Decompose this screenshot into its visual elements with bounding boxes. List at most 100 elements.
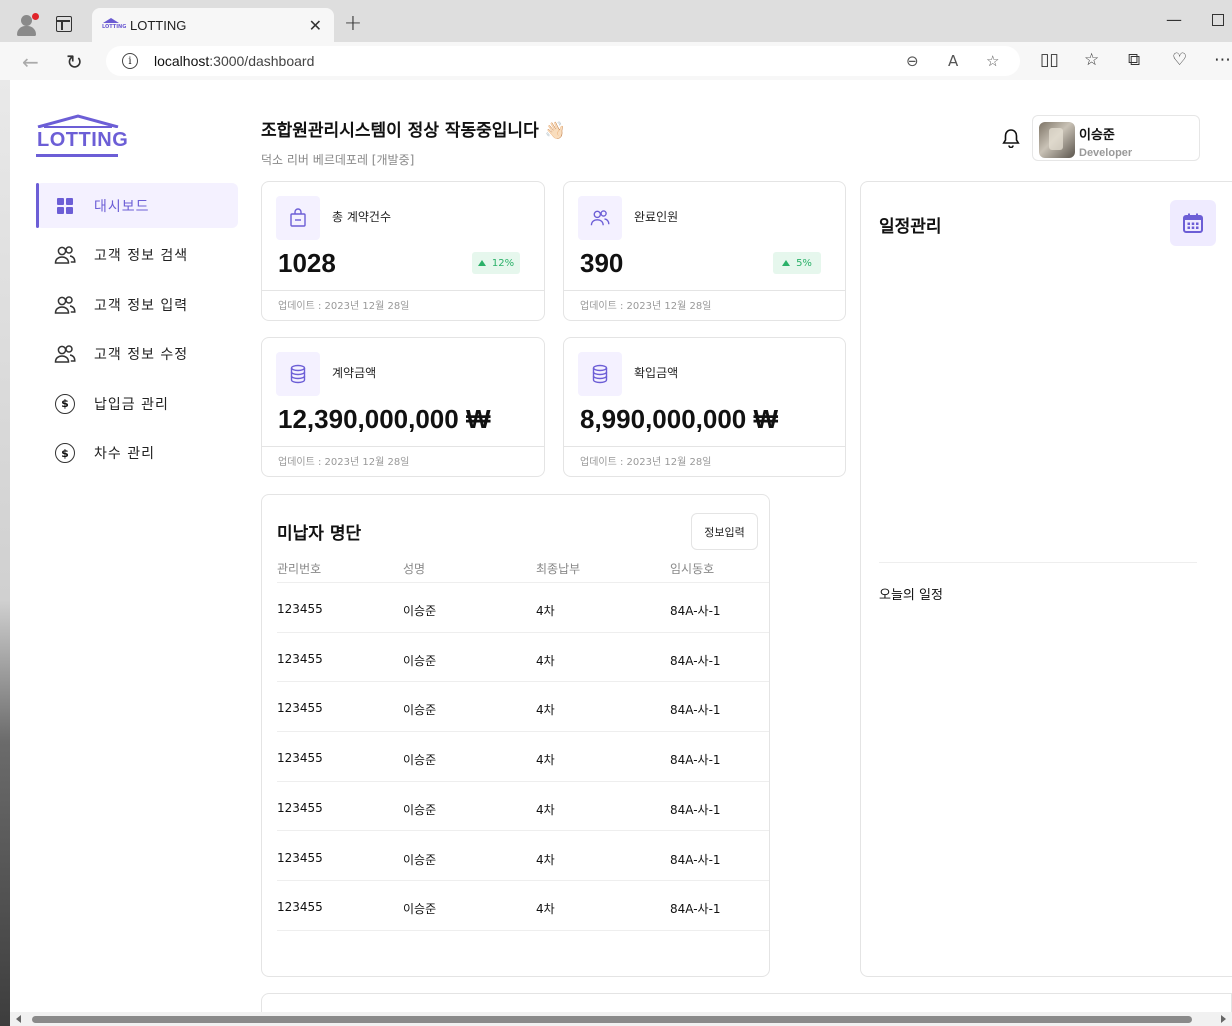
stat-label: 확입금액 xyxy=(634,366,679,380)
favicon-icon: LOTTING xyxy=(102,18,126,32)
cell-id: 123455 xyxy=(277,800,323,815)
close-tab-icon[interactable]: ✕ xyxy=(309,16,322,35)
back-icon[interactable]: ← xyxy=(22,50,39,74)
calendar-icon[interactable] xyxy=(1170,200,1216,246)
stat-label: 총 계약건수 xyxy=(332,210,392,224)
tab-actions-icon[interactable] xyxy=(56,16,72,32)
scroll-right-icon[interactable] xyxy=(1221,1015,1226,1023)
unpaid-list-card: 미납자 명단 정보입력 관리번호 성명 최종납부 임시동호 123455 이승준… xyxy=(261,494,770,977)
stat-value: 1028 xyxy=(278,248,336,278)
cell-last-payment: 4차 xyxy=(536,802,555,817)
browser-health-icon[interactable]: ♡ xyxy=(1172,50,1187,70)
table-row[interactable]: 123455 이승준 4차 84A-사-1 xyxy=(277,782,769,832)
sidebar-item-dashboard[interactable]: 대시보드 xyxy=(36,183,238,228)
sidebar-item-label: 납입금 관리 xyxy=(94,396,169,413)
unpaid-list-title: 미납자 명단 xyxy=(277,524,362,544)
tab-title: LOTTING xyxy=(130,17,187,33)
lotting-logo[interactable]: LOTTING xyxy=(36,114,128,158)
table-row[interactable]: 123455 이승준 4차 84A-사-1 xyxy=(277,583,769,633)
new-tab-icon[interactable]: + xyxy=(342,11,364,36)
table-row[interactable]: 123455 이승준 4차 84A-사-1 xyxy=(277,881,769,931)
table-row[interactable]: 123455 이승준 4차 84A-사-1 xyxy=(277,682,769,733)
cell-unit: 84A-사-1 xyxy=(670,852,721,867)
profile-icon[interactable] xyxy=(14,12,40,38)
sidebar-item-label: 대시보드 xyxy=(94,198,150,215)
read-aloud-icon[interactable]: A xyxy=(948,52,958,70)
arrow-up-icon xyxy=(477,260,486,266)
stat-updated: 업데이트 : 2023년 12월 28일 xyxy=(564,446,845,468)
stat-change-badge: 5% xyxy=(773,252,821,274)
cell-last-payment: 4차 xyxy=(536,703,555,718)
cell-id: 123455 xyxy=(277,602,323,616)
stat-change-badge: 12% xyxy=(472,252,520,274)
favorite-star-icon[interactable]: ☆ xyxy=(986,52,999,70)
cell-unit: 84A-사-1 xyxy=(670,653,721,668)
schedule-title: 일정관리 xyxy=(879,217,942,237)
database-icon xyxy=(276,352,320,396)
stat-updated: 업데이트 : 2023년 12월 28일 xyxy=(262,290,544,312)
horizontal-scrollbar[interactable] xyxy=(10,1012,1232,1026)
cell-name: 이승준 xyxy=(403,902,437,917)
favorites-icon[interactable]: ☆ xyxy=(1084,50,1099,70)
sidebar-item-customer-edit[interactable]: 고객 정보 수정 xyxy=(36,332,238,377)
database-icon xyxy=(578,352,622,396)
sidebar-item-customer-input[interactable]: 고객 정보 입력 xyxy=(36,282,238,327)
scroll-left-icon[interactable] xyxy=(16,1015,21,1023)
cell-unit: 84A-사-1 xyxy=(670,753,721,768)
browser-tab[interactable]: LOTTING LOTTING ✕ xyxy=(92,8,334,42)
logo-roof-icon xyxy=(37,114,119,128)
cell-last-payment: 4차 xyxy=(536,753,555,768)
stat-value: 8,990,000,000 ₩ xyxy=(580,404,779,434)
cell-name: 이승준 xyxy=(403,653,437,668)
reload-icon[interactable]: ↻ xyxy=(66,50,83,74)
site-info-icon[interactable]: i xyxy=(122,53,138,69)
collections-icon[interactable]: ⧉ xyxy=(1128,50,1140,70)
users-icon xyxy=(54,244,76,266)
logo-underline xyxy=(36,154,118,157)
table-row[interactable]: 123455 이승준 4차 84A-사-1 xyxy=(277,633,769,683)
split-screen-icon[interactable]: ▯▯ xyxy=(1040,50,1059,70)
cell-unit: 84A-사-1 xyxy=(670,902,721,917)
more-menu-icon[interactable]: ⋯ xyxy=(1214,50,1231,70)
table-row[interactable]: 123455 이승준 4차 84A-사-1 xyxy=(277,732,769,782)
stat-value: 12,390,000,000 ₩ xyxy=(278,404,491,434)
stat-label: 완료인원 xyxy=(634,210,679,224)
sidebar-item-payment[interactable]: $ 납입금 관리 xyxy=(36,381,238,426)
cell-id: 123455 xyxy=(277,751,323,766)
zoom-icon[interactable]: ⊖ xyxy=(906,52,919,70)
page-title: 조합원관리시스템이 정상 작동중입니다 👋🏻 xyxy=(261,121,566,141)
divider xyxy=(879,562,1197,563)
cell-id: 123455 xyxy=(277,900,323,915)
sidebar-item-label: 고객 정보 수정 xyxy=(94,347,189,364)
table-header: 관리번호 성명 최종납부 임시동호 xyxy=(277,558,769,583)
dashboard-page: LOTTING 대시보드 고객 정보 검색 고객 정보 입력 고객 정보 수정 xyxy=(10,80,1232,1026)
cell-id: 123455 xyxy=(277,850,323,865)
sidebar-item-customer-search[interactable]: 고객 정보 검색 xyxy=(36,233,238,278)
sidebar-nav: 대시보드 고객 정보 검색 고객 정보 입력 고객 정보 수정 $ 납입금 관리… xyxy=(36,183,238,481)
maximize-icon[interactable] xyxy=(1212,14,1224,26)
stat-card-paid-amount: 확입금액 8,990,000,000 ₩ 업데이트 : 2023년 12월 28… xyxy=(563,337,846,477)
shopping-bag-icon xyxy=(276,196,320,240)
info-input-button[interactable]: 정보입력 xyxy=(691,513,758,550)
minimize-icon[interactable]: — xyxy=(1166,10,1182,29)
dollar-icon: $ xyxy=(54,442,76,464)
address-bar[interactable]: i localhost:3000/dashboard ⊖ A ☆ xyxy=(106,46,1020,76)
scrollbar-thumb[interactable] xyxy=(32,1016,1192,1023)
users-icon xyxy=(54,294,76,316)
stat-value: 390 xyxy=(580,248,624,278)
browser-titlebar: LOTTING LOTTING ✕ + — xyxy=(0,0,1232,42)
arrow-up-icon xyxy=(782,260,791,266)
user-profile-card[interactable]: 이승준 Developer xyxy=(1032,115,1200,161)
user-name: 이승준 xyxy=(1079,128,1115,143)
stat-label: 계약금액 xyxy=(332,366,377,380)
today-schedule-label: 오늘의 일정 xyxy=(879,588,943,603)
dollar-icon: $ xyxy=(54,393,76,415)
table-row[interactable]: 123455 이승준 4차 84A-사-1 xyxy=(277,832,769,882)
users-icon xyxy=(578,196,622,240)
cell-unit: 84A-사-1 xyxy=(670,703,721,718)
stat-card-total-contracts: 총 계약건수 1028 12% 업데이트 : 2023년 12월 28일 xyxy=(261,181,545,321)
sidebar-item-round[interactable]: $ 차수 관리 xyxy=(36,431,238,476)
browser-toolbar: ← ↻ i localhost:3000/dashboard ⊖ A ☆ ▯▯ … xyxy=(0,42,1232,80)
page-subtitle: 덕소 리버 베르데포레 [개발중] xyxy=(261,153,415,167)
bell-icon[interactable] xyxy=(1002,128,1020,148)
